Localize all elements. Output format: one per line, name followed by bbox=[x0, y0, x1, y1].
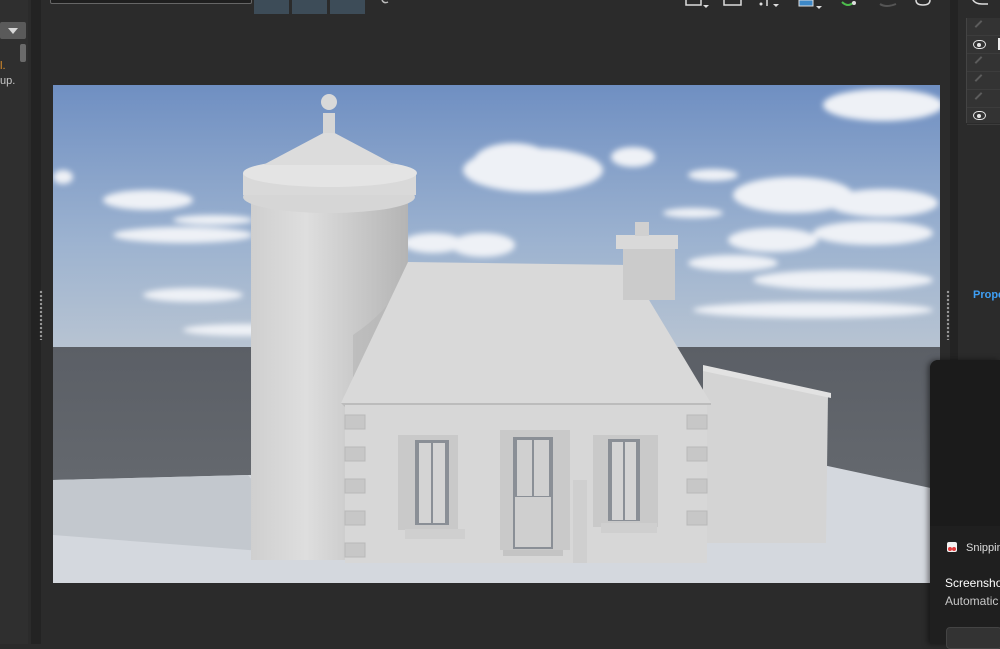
panel-dropdown-button[interactable] bbox=[0, 22, 26, 39]
toolbar-tab[interactable] bbox=[254, 0, 289, 14]
left-panel-text: up. bbox=[0, 75, 16, 87]
splitter-grip-icon[interactable] bbox=[39, 290, 43, 340]
layers-icon[interactable] bbox=[970, 0, 990, 8]
layer-row[interactable] bbox=[967, 36, 1000, 54]
window-icon[interactable] bbox=[723, 0, 743, 8]
refresh-icon[interactable] bbox=[840, 0, 858, 10]
pointer-icon[interactable] bbox=[757, 0, 781, 10]
layer-row[interactable] bbox=[967, 72, 1000, 90]
render-viewport[interactable] bbox=[53, 85, 940, 583]
eye-icon[interactable] bbox=[973, 111, 986, 120]
panel-icon[interactable] bbox=[915, 0, 933, 8]
left-panel-text: l. bbox=[0, 60, 6, 72]
left-panel-scrollbar[interactable] bbox=[20, 44, 26, 62]
frame-icon[interactable] bbox=[685, 0, 711, 10]
pencil-icon[interactable] bbox=[974, 74, 983, 82]
pencil-icon[interactable] bbox=[974, 92, 983, 100]
pencil-icon[interactable] bbox=[974, 20, 983, 28]
eye-icon[interactable] bbox=[973, 40, 986, 49]
rendered-scene bbox=[53, 85, 940, 583]
layer-row[interactable] bbox=[967, 107, 1000, 125]
pencil-icon[interactable] bbox=[974, 56, 983, 64]
snipping-tool-icon bbox=[947, 542, 957, 552]
toolbar-icon[interactable] bbox=[380, 0, 396, 8]
search-input[interactable] bbox=[50, 0, 252, 4]
left-panel-splitter[interactable] bbox=[31, 0, 43, 644]
layer-row[interactable] bbox=[967, 18, 1000, 36]
layer-row[interactable] bbox=[967, 90, 1000, 108]
chevron-down-icon bbox=[8, 28, 18, 34]
layer-list bbox=[966, 18, 1000, 125]
tab-properties[interactable]: Prope bbox=[973, 289, 1000, 301]
cloud-icon[interactable] bbox=[878, 0, 900, 8]
notification-action-button[interactable] bbox=[946, 627, 1000, 649]
toolbar-tab[interactable] bbox=[330, 0, 365, 14]
notification-body: Automatic bbox=[945, 594, 999, 608]
layer-row[interactable] bbox=[967, 54, 1000, 72]
notification-title: Screensho bbox=[945, 576, 1000, 590]
splitter-grip-icon[interactable] bbox=[946, 290, 950, 340]
left-panel: l. up. bbox=[0, 0, 28, 644]
notification-app-name: Snippin bbox=[966, 542, 1000, 554]
render-icon[interactable] bbox=[798, 0, 826, 12]
toolbar-tab[interactable] bbox=[292, 0, 327, 14]
notification-preview[interactable] bbox=[930, 360, 1000, 526]
